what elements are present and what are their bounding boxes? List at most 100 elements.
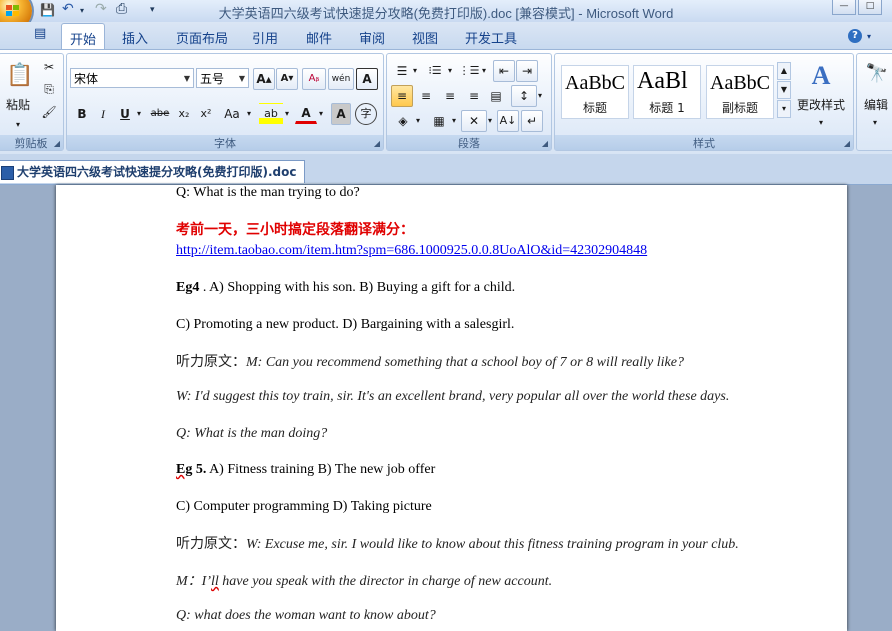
tab-mailings[interactable]: 邮件 (306, 28, 332, 47)
shading-button[interactable]: ◈ (391, 110, 415, 132)
character-shading-button[interactable]: A (331, 103, 351, 125)
underline-dropdown-icon[interactable]: ▾ (133, 103, 145, 125)
highlight-dropdown-icon[interactable]: ▾ (281, 103, 293, 125)
shading-dropdown-icon[interactable]: ▾ (413, 110, 423, 132)
tab-developer[interactable]: 开发工具 (465, 28, 517, 47)
subscript-button[interactable]: x₂ (173, 103, 195, 125)
paste-button[interactable]: 粘贴 (0, 94, 37, 116)
tab-page-layout[interactable]: 页面布局 (176, 28, 228, 47)
italic-button[interactable]: I (93, 103, 113, 125)
styles-group: AaBbC 标题 AaBl 标题 1 AaBbC 副标题 ▲ ▼ ▾ A 更改样… (554, 53, 854, 151)
clipboard-launcher-icon[interactable]: ◢ (54, 139, 60, 148)
help-dropdown-icon[interactable]: ▾ (867, 32, 871, 41)
eg5-transcript-m: M：I’ll have you speak with the director … (176, 570, 552, 590)
highlight-button[interactable]: ab (259, 103, 283, 125)
styles-scroll-up-icon[interactable]: ▲ (777, 62, 791, 80)
tab-view[interactable]: 视图 (412, 28, 438, 47)
font-color-button[interactable]: A (295, 103, 317, 124)
distribute-button[interactable]: ▤ (485, 85, 507, 107)
help-icon[interactable]: ? (848, 29, 862, 43)
grow-font-button[interactable]: A▴ (253, 68, 275, 90)
numbering-dropdown-icon[interactable]: ▾ (445, 60, 455, 82)
styles-launcher-icon[interactable]: ◢ (844, 139, 850, 148)
eg5-options-ab: Eg 5. A) Fitness training B) The new job… (176, 462, 435, 478)
align-left-button[interactable]: ≡ (391, 85, 413, 107)
promo-link[interactable]: http://item.taobao.com/item.htm?spm=686.… (176, 243, 647, 259)
font-name-value: 宋体 (74, 72, 99, 86)
strikethrough-button[interactable]: abe (147, 103, 173, 125)
font-name-select[interactable]: 宋体 ▼ (70, 68, 194, 88)
font-color-dropdown-icon[interactable]: ▾ (315, 103, 327, 125)
paste-dropdown-icon[interactable]: ▾ (0, 114, 37, 136)
enclose-characters-button[interactable]: 字 (355, 103, 377, 125)
ribbon: 📋 粘贴 ▾ ✂ ⎘ 🖌 剪贴板 ◢ 宋体 ▼ 五号 ▼ A▴ A▾ Aᵦ wé… (0, 49, 892, 155)
show-marks-button[interactable]: ↵ (521, 110, 543, 132)
document-page[interactable]: Q: What is the man trying to do? 考前一天，三小… (56, 185, 847, 631)
chinese-layout-button[interactable]: ✕ (461, 110, 487, 132)
borders-button[interactable]: ▦ (427, 110, 451, 132)
multilevel-dropdown-icon[interactable]: ▾ (479, 60, 489, 82)
copy-icon[interactable]: ⎘ (39, 78, 59, 100)
tab-references[interactable]: 引用 (252, 28, 278, 47)
decrease-indent-button[interactable]: ⇤ (493, 60, 515, 82)
minimize-button[interactable]: — (832, 0, 856, 15)
eg5-options-ab-text: A) Fitness training B) The new job offer (206, 462, 436, 477)
promo-heading: 考前一天，三小时搞定段落翻译满分： (176, 222, 414, 238)
maximize-button[interactable]: □ (858, 0, 882, 15)
chinese-layout-dropdown-icon[interactable]: ▾ (485, 110, 495, 132)
tab-insert[interactable]: 插入 (122, 28, 148, 47)
bold-button[interactable]: B (72, 103, 92, 125)
eg4-transcript-w: W: I'd suggest this toy train, sir. It's… (176, 389, 730, 404)
style-heading-1-label: 标题 1 (649, 101, 685, 115)
eg5-m-rest: have you speak with the director in char… (218, 574, 553, 589)
borders-dropdown-icon[interactable]: ▾ (449, 110, 459, 132)
eg5-transcript-w: 听力原文：W: Excuse me, sir. I would like to … (176, 533, 739, 553)
shrink-font-button[interactable]: A▾ (276, 68, 298, 90)
eg4-options-ab: Eg4 . A) Shopping with his son. B) Buyin… (176, 280, 515, 296)
justify-button[interactable]: ≡ (463, 85, 485, 107)
style-heading-1[interactable]: AaBl 标题 1 (633, 65, 701, 119)
tab-review[interactable]: 审阅 (359, 28, 385, 47)
format-painter-icon[interactable]: 🖌 (39, 101, 59, 123)
multilevel-list-button[interactable]: ⋮☰ (457, 60, 481, 82)
document-tab[interactable]: 大学英语四六级考试快速提分攻略(免费打印版).doc (0, 160, 306, 183)
paste-icon[interactable]: 📋 (5, 58, 33, 94)
underline-button[interactable]: U (115, 103, 135, 125)
numbering-button[interactable]: ⁝☰ (423, 60, 447, 82)
style-subtitle[interactable]: AaBbC 副标题 (706, 65, 774, 119)
eg4-transcript-m: 听力原文：M: Can you recommend something that… (176, 351, 684, 371)
paragraph-launcher-icon[interactable]: ◢ (542, 139, 548, 148)
character-border-button[interactable]: A (356, 68, 378, 90)
align-right-button[interactable]: ≡ (439, 85, 461, 107)
find-icon[interactable]: 🔭 (861, 60, 892, 88)
change-styles-icon[interactable]: A (803, 60, 839, 92)
document-workspace: Q: What is the man trying to do? 考前一天，三小… (0, 185, 892, 631)
change-case-button[interactable]: Aa (219, 103, 245, 125)
superscript-button[interactable]: x² (195, 103, 217, 125)
increase-indent-button[interactable]: ⇥ (516, 60, 538, 82)
chevron-down-icon: ▼ (238, 74, 245, 83)
editing-dropdown-icon[interactable]: ▾ (867, 112, 883, 134)
eg4-label: Eg4 (176, 280, 200, 295)
document-tab-bar: 大学英语四六级考试快速提分攻略(免费打印版).doc (0, 154, 892, 185)
cut-icon[interactable]: ✂ (39, 56, 59, 78)
bullets-dropdown-icon[interactable]: ▾ (410, 60, 420, 82)
eg4-options-ab-text: . A) Shopping with his son. B) Buying a … (199, 280, 516, 295)
style-title[interactable]: AaBbC 标题 (561, 65, 629, 119)
eg5-m-ll: ll (211, 574, 219, 589)
line-spacing-button[interactable]: ↕ (511, 85, 537, 107)
eg5-options-cd: C) Computer programming D) Taking pictur… (176, 499, 432, 514)
font-launcher-icon[interactable]: ◢ (374, 139, 380, 148)
change-styles-dropdown-icon[interactable]: ▾ (813, 112, 829, 134)
style-heading-1-sample: AaBl (637, 68, 688, 94)
sort-button[interactable]: A↓ (497, 110, 519, 132)
align-center-button[interactable]: ≡ (415, 85, 437, 107)
clear-format-button[interactable]: Aᵦ (302, 68, 326, 90)
word-doc-icon: ▤ (34, 26, 47, 41)
phonetic-guide-button[interactable]: wén (328, 68, 354, 90)
change-case-dropdown-icon[interactable]: ▾ (243, 103, 255, 125)
line-spacing-dropdown-icon[interactable]: ▾ (535, 85, 545, 107)
paragraph-group-label: 段落 (387, 135, 551, 150)
eg5-number: 5. (192, 462, 207, 477)
font-size-select[interactable]: 五号 ▼ (196, 68, 249, 88)
